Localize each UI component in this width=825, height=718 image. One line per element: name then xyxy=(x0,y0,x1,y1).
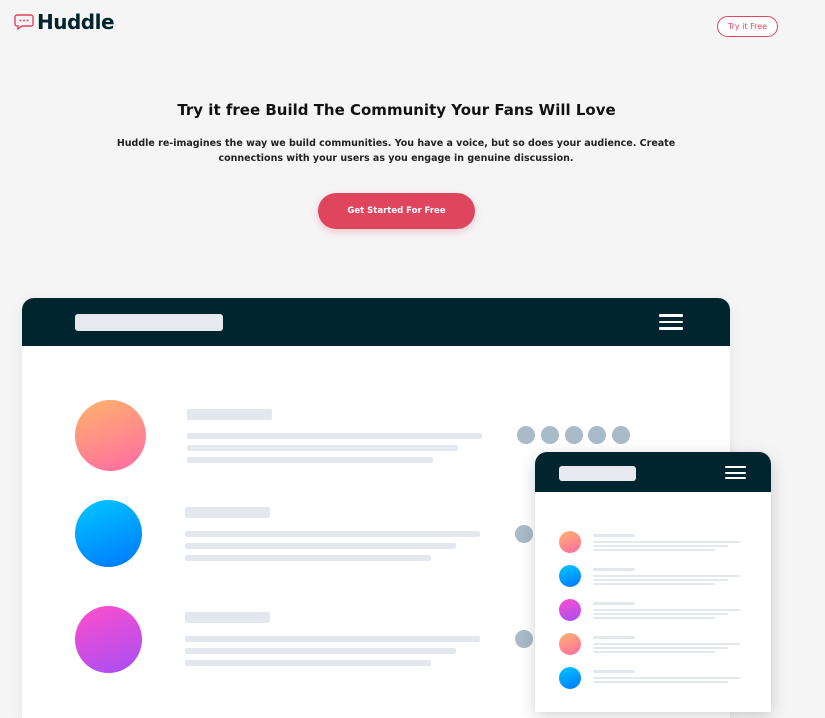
placeholder-heading xyxy=(185,612,270,623)
placeholder-line xyxy=(185,648,456,654)
placeholder-line xyxy=(593,651,715,653)
placeholder-line xyxy=(593,613,728,615)
placeholder-heading xyxy=(185,507,270,518)
mockup-navbar xyxy=(535,452,771,492)
placeholder-line xyxy=(185,555,431,561)
placeholder-line xyxy=(187,445,458,451)
placeholder-line xyxy=(185,636,480,642)
avatar xyxy=(559,565,581,587)
placeholder-line xyxy=(593,575,740,577)
placeholder-dot xyxy=(588,426,606,444)
placeholder-heading xyxy=(593,568,635,571)
placeholder-line xyxy=(593,643,740,645)
placeholder-dot xyxy=(612,426,630,444)
avatar xyxy=(559,633,581,655)
try-it-free-button[interactable]: Try it Free xyxy=(717,16,778,37)
hero-description: Huddle re-imagines the way we build comm… xyxy=(116,138,676,164)
placeholder-line xyxy=(593,609,740,611)
placeholder-line xyxy=(187,433,482,439)
mockup-logo-placeholder xyxy=(75,314,223,331)
placeholder-line xyxy=(593,545,728,547)
hamburger-menu-icon xyxy=(725,466,746,483)
mockup-logo-placeholder xyxy=(559,466,636,481)
mockup-navbar xyxy=(22,298,730,346)
hero-title: Try it free Build The Community Your Fan… xyxy=(177,101,616,119)
placeholder-dot xyxy=(517,426,535,444)
placeholder-heading xyxy=(593,534,635,537)
placeholder-line xyxy=(593,647,728,649)
avatar xyxy=(75,400,146,471)
placeholder-line xyxy=(185,660,431,666)
placeholder-line xyxy=(187,457,433,463)
avatar xyxy=(559,667,581,689)
placeholder-dot xyxy=(541,426,559,444)
chat-bubble-icon xyxy=(14,14,34,31)
placeholder-line xyxy=(185,543,456,549)
placeholder-heading xyxy=(593,602,635,605)
brand-logo[interactable]: Huddle xyxy=(14,10,115,34)
placeholder-dot xyxy=(565,426,583,444)
placeholder-line xyxy=(185,531,480,537)
get-started-button[interactable]: Get Started For Free xyxy=(318,193,475,229)
avatar xyxy=(75,606,142,673)
placeholder-heading xyxy=(593,670,635,673)
placeholder-line xyxy=(593,681,728,683)
placeholder-line xyxy=(593,549,715,551)
avatar xyxy=(75,500,142,567)
placeholder-dot xyxy=(515,525,533,543)
placeholder-heading xyxy=(187,409,272,420)
avatar xyxy=(559,599,581,621)
placeholder-line xyxy=(593,579,728,581)
placeholder-line xyxy=(593,583,715,585)
placeholder-line xyxy=(593,677,740,679)
avatar xyxy=(559,531,581,553)
hamburger-menu-icon xyxy=(659,314,683,334)
mobile-mockup xyxy=(535,452,771,712)
placeholder-line xyxy=(593,541,740,543)
brand-name: Huddle xyxy=(37,10,115,34)
placeholder-dot xyxy=(515,630,533,648)
placeholder-line xyxy=(593,617,715,619)
placeholder-heading xyxy=(593,636,635,639)
